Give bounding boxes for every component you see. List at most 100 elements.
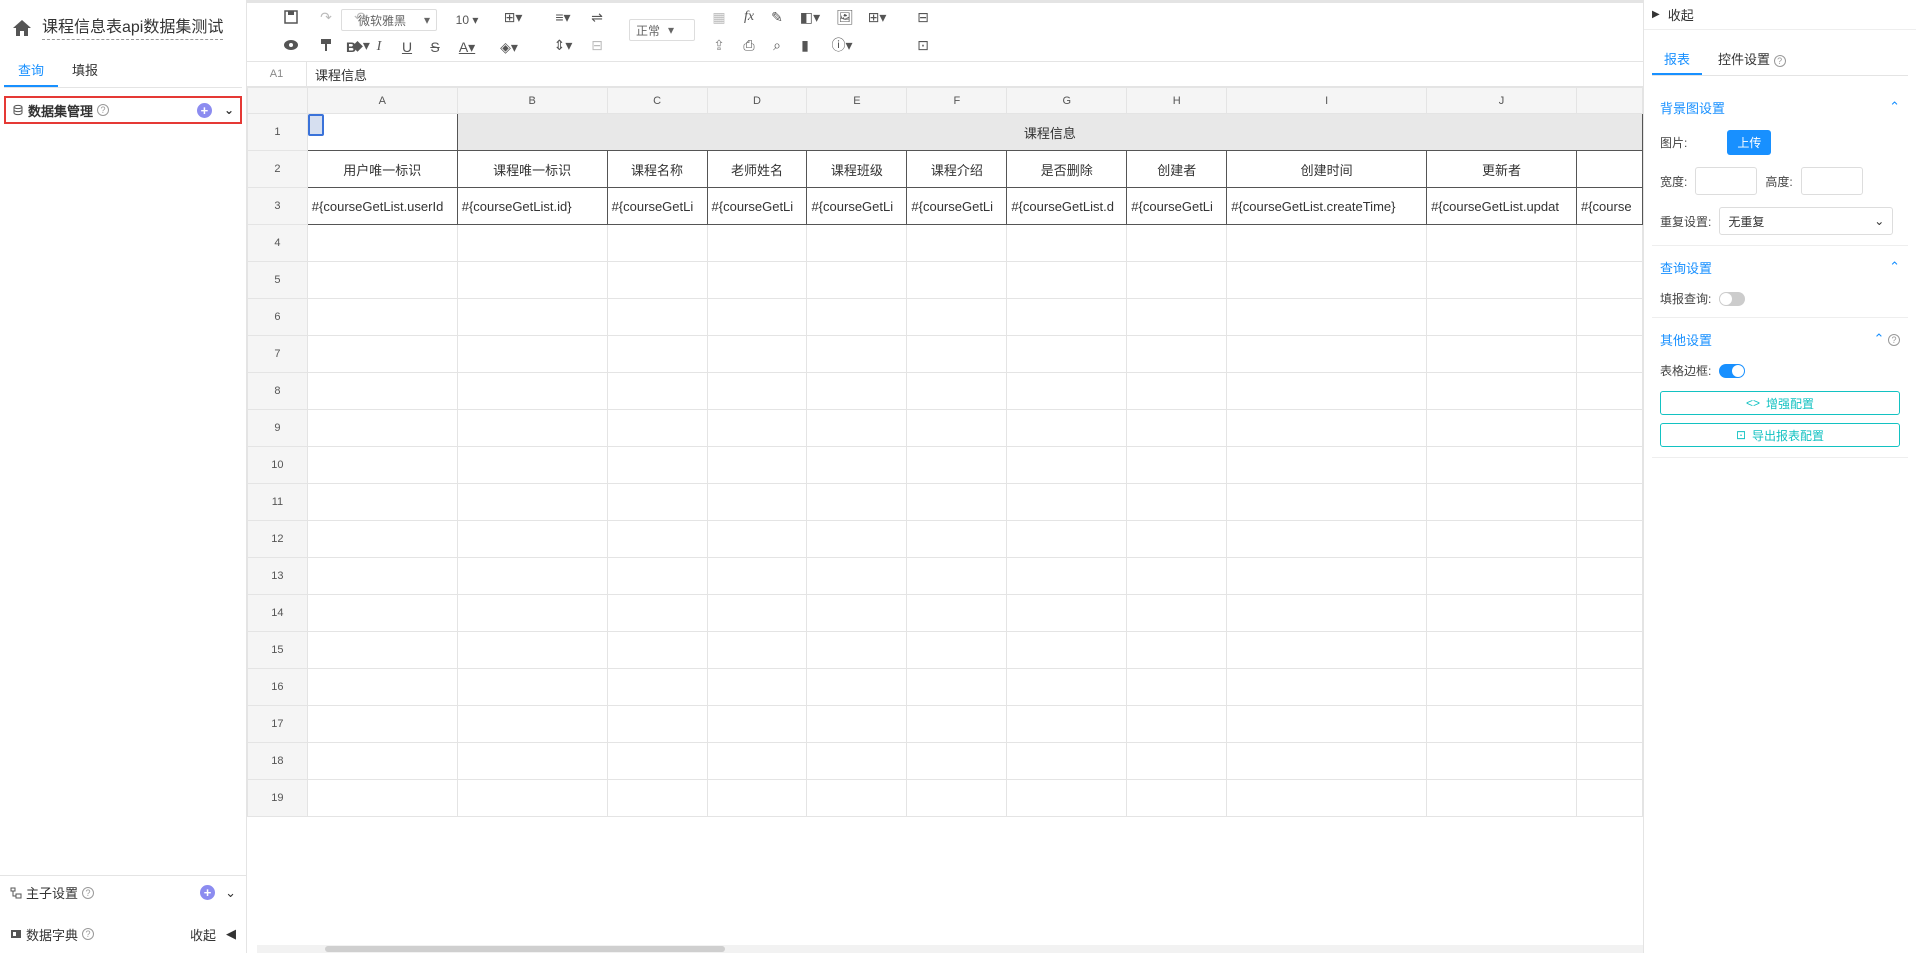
empty-cell[interactable] [906,261,1008,299]
chevron-down-icon[interactable]: ⌄ [224,103,234,117]
add-master-detail-button[interactable]: + [200,885,216,900]
data-binding-cell[interactable]: #{courseGetList.createTime} [1226,187,1428,225]
header-cell[interactable]: 用户唯一标识 [306,150,458,188]
empty-cell[interactable] [606,446,708,484]
empty-cell[interactable] [1126,446,1228,484]
empty-cell[interactable] [706,705,808,743]
empty-cell[interactable] [806,520,908,558]
empty-cell[interactable] [1426,705,1577,743]
row-header[interactable]: 7 [247,335,308,373]
empty-cell[interactable] [1226,261,1428,299]
empty-cell[interactable] [606,520,708,558]
empty-cell[interactable] [306,742,458,780]
empty-cell[interactable] [806,779,908,817]
empty-cell[interactable] [1226,224,1428,262]
empty-cell[interactable] [306,224,458,262]
empty-cell[interactable] [606,483,708,521]
empty-cell[interactable] [306,409,458,447]
empty-cell[interactable] [1575,668,1643,706]
freeze-icon[interactable]: ⊟ [913,9,933,25]
empty-cell[interactable] [1575,520,1643,558]
data-binding-cell[interactable]: #{courseGetLi [606,187,708,225]
empty-cell[interactable] [1126,298,1228,336]
table-border-toggle[interactable] [1719,363,1746,378]
row-header[interactable]: 1 [247,113,308,151]
empty-cell[interactable] [806,298,908,336]
empty-cell[interactable] [606,409,708,447]
empty-cell[interactable] [1126,409,1228,447]
row-header[interactable]: 4 [247,224,308,262]
empty-cell[interactable] [1226,372,1428,410]
empty-cell[interactable] [1226,668,1428,706]
header-cell[interactable]: 更新者 [1426,150,1577,188]
empty-cell[interactable] [1126,594,1228,632]
empty-cell[interactable] [906,705,1008,743]
section-header[interactable]: 其他设置 ⌃ ? [1660,328,1900,350]
empty-cell[interactable] [1226,483,1428,521]
empty-cell[interactable] [706,557,808,595]
help-icon[interactable]: ? [97,104,110,116]
split-icon[interactable]: ⊡ [913,37,933,53]
empty-cell[interactable] [1575,224,1643,262]
empty-cell[interactable] [1226,335,1428,373]
layout-icon[interactable]: ◧▾ [795,9,825,25]
empty-cell[interactable] [1575,779,1643,817]
empty-cell[interactable] [1226,742,1428,780]
empty-cell[interactable] [456,520,608,558]
fill-query-toggle[interactable] [1719,291,1746,306]
empty-cell[interactable] [1226,631,1428,669]
empty-cell[interactable] [456,372,608,410]
empty-cell[interactable] [1575,372,1643,410]
row-header[interactable]: 6 [247,298,308,336]
empty-cell[interactable] [606,594,708,632]
empty-cell[interactable] [1426,742,1577,780]
empty-cell[interactable] [706,335,808,373]
header-cell[interactable]: 课程班级 [806,150,908,188]
header-cell[interactable]: 课程介绍 [906,150,1008,188]
empty-cell[interactable] [806,594,908,632]
section-header[interactable]: 背景图设置 ⌃ [1660,96,1900,118]
empty-cell[interactable] [806,631,908,669]
empty-cell[interactable] [606,668,708,706]
row-header[interactable]: 18 [247,742,308,780]
empty-cell[interactable] [806,335,908,373]
column-header[interactable]: B [456,87,608,114]
empty-cell[interactable] [1575,335,1643,373]
collapse-left-label[interactable]: 收起 [190,925,216,944]
empty-cell[interactable] [1006,668,1128,706]
border-icon[interactable]: ⊞▾ [499,9,527,25]
empty-cell[interactable] [456,779,608,817]
empty-cell[interactable] [1426,631,1577,669]
data-binding-cell[interactable]: #{courseGetLi [806,187,908,225]
empty-cell[interactable] [1006,742,1128,780]
empty-cell[interactable] [1126,742,1228,780]
row-header[interactable]: 15 [247,631,308,669]
empty-cell[interactable] [1226,446,1428,484]
font-color-icon[interactable]: A▾ [453,39,481,55]
format-painter-icon[interactable] [317,37,335,53]
width-input[interactable] [1695,167,1758,195]
header-cell[interactable]: 创建时间 [1226,150,1428,188]
enhance-config-button[interactable]: <> 增强配置 [1660,391,1900,415]
empty-cell[interactable] [606,779,708,817]
chart-icon[interactable]: ▮ [795,37,815,53]
empty-cell[interactable] [906,742,1008,780]
empty-cell[interactable] [906,298,1008,336]
empty-cell[interactable] [1426,594,1577,632]
empty-cell[interactable] [706,668,808,706]
empty-cell[interactable] [1006,705,1128,743]
empty-cell[interactable] [906,335,1008,373]
scrollbar-thumb[interactable] [325,946,725,952]
empty-cell[interactable] [1126,557,1228,595]
upload-icon[interactable]: ⇪ [709,37,729,53]
font-family-select[interactable]: 微软雅黑 ▾ [341,9,437,31]
export-config-button[interactable]: ⊡ 导出报表配置 [1660,423,1900,447]
merged-title-cell[interactable]: 课程信息 [456,113,1643,151]
image-icon[interactable]: 🖼 [835,9,855,25]
empty-cell[interactable] [1575,594,1643,632]
empty-cell[interactable] [306,594,458,632]
empty-cell[interactable] [706,779,808,817]
row-header[interactable]: 2 [247,150,308,188]
empty-cell[interactable] [1126,779,1228,817]
redo-icon[interactable]: ↷ [317,9,335,25]
